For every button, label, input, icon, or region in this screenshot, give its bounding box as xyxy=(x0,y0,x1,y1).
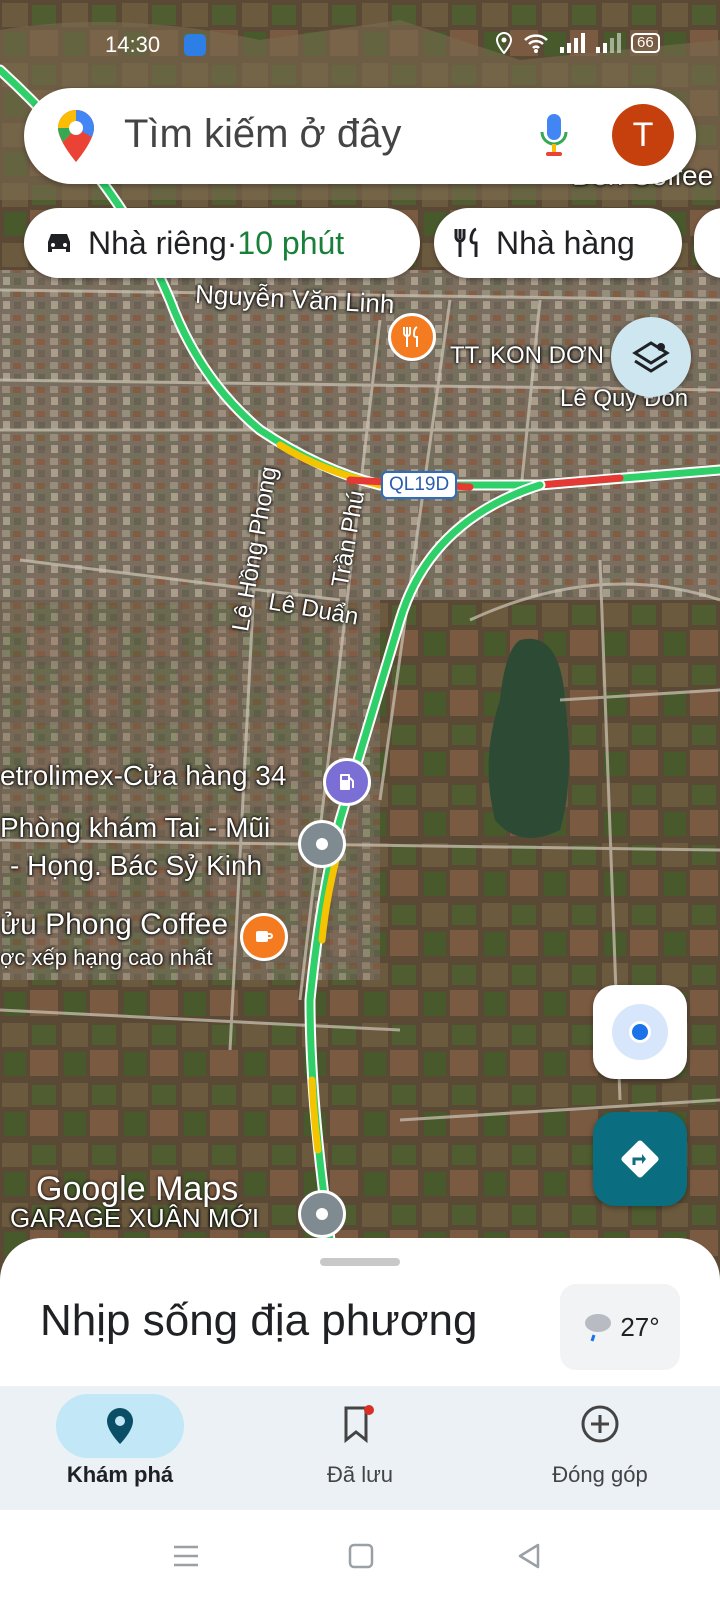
directions-button[interactable] xyxy=(593,1112,687,1206)
sheet-title: Nhịp sống địa phương xyxy=(40,1296,478,1345)
nav-label-explore: Khám phá xyxy=(66,1462,174,1487)
search-bar[interactable]: Tìm kiếm ở đây T xyxy=(24,88,696,184)
map-label-phong-kham-2: - Họng. Bác Sỷ Kinh xyxy=(10,850,263,881)
fork-knife-icon xyxy=(403,326,418,347)
map-label-tt-kon-don: TT. KON DƠN xyxy=(450,342,604,369)
nav-tab-saved[interactable]: Đã lưu xyxy=(240,1386,480,1510)
search-input[interactable]: Tìm kiếm ở đây xyxy=(124,112,401,157)
route-shield-ql19d: QL19D xyxy=(381,471,458,499)
directions-icon xyxy=(621,1140,659,1178)
restaurants-chip-label: Nhà hàng xyxy=(496,224,635,261)
explore-bottom-sheet[interactable]: Nhịp sống địa phương 27° xyxy=(0,1238,720,1386)
fork-knife-icon xyxy=(454,227,478,257)
battery-icon: 66 xyxy=(631,33,660,53)
home-chip-separator: · xyxy=(226,224,238,261)
bottom-navigation: Khám phá Đã lưu Đóng góp xyxy=(0,1386,720,1510)
map-label-phong-kham-1: Phòng khám Tai - Mũi xyxy=(0,812,271,843)
status-time: 14:30 xyxy=(105,32,161,57)
status-icons: 66 xyxy=(495,32,660,54)
map-label-coffee-rating: ợc xếp hạng cao nhất xyxy=(0,945,213,970)
weather-temperature: 27° xyxy=(620,1311,660,1342)
signal-icon-2 xyxy=(596,33,621,53)
location-icon xyxy=(495,32,513,54)
my-location-icon xyxy=(612,1004,668,1060)
cloud-rain-icon xyxy=(585,1314,612,1342)
restaurants-chip[interactable]: Nhà hàng xyxy=(434,208,682,278)
layers-icon xyxy=(632,341,670,373)
nav-tab-contribute[interactable]: Đóng góp xyxy=(480,1386,720,1510)
gas-station-poi[interactable] xyxy=(323,758,371,806)
location-dot-icon xyxy=(316,1208,328,1220)
status-bar: 14:30 66 xyxy=(0,28,720,64)
account-avatar[interactable]: T xyxy=(612,104,674,166)
restaurant-poi[interactable] xyxy=(388,313,436,361)
location-dot-icon xyxy=(316,838,328,850)
home-chip-label: Nhà riêng xyxy=(88,224,227,261)
map-label-petrolimex: etrolimex-Cửa hàng 34 xyxy=(0,760,287,791)
car-icon xyxy=(48,234,70,252)
google-maps-pin-icon xyxy=(58,110,94,162)
map-label-coffee: ửu Phong Coffee xyxy=(0,908,229,941)
app-notification-icon xyxy=(184,34,206,56)
fuel-pump-icon xyxy=(340,774,354,790)
layers-button[interactable] xyxy=(611,317,691,397)
bookmark-icon xyxy=(344,1405,374,1444)
coffee-poi[interactable] xyxy=(240,913,288,961)
weather-badge[interactable]: 27° xyxy=(560,1284,680,1370)
coffee-cup-icon xyxy=(256,931,273,942)
clinic-poi[interactable] xyxy=(298,820,346,868)
google-maps-logo: Google Maps xyxy=(36,1170,239,1208)
home-chip-time: 10 phút xyxy=(237,224,345,261)
signal-icon xyxy=(560,33,585,53)
home-shortcut-chip[interactable]: Nhà riêng · 10 phút xyxy=(24,208,420,278)
nav-tab-explore[interactable]: Khám phá xyxy=(0,1386,240,1510)
location-pin-icon xyxy=(107,1408,133,1444)
add-circle-icon xyxy=(581,1405,619,1443)
back-icon[interactable] xyxy=(516,1542,542,1570)
nav-label-contribute: Đóng góp xyxy=(552,1462,648,1487)
system-navigation-bar xyxy=(0,1510,720,1600)
my-location-button[interactable] xyxy=(593,985,687,1079)
menu-icon[interactable] xyxy=(172,1544,200,1568)
wifi-icon xyxy=(524,34,548,53)
microphone-icon[interactable] xyxy=(540,112,568,158)
garage-poi[interactable] xyxy=(298,1190,346,1238)
home-icon[interactable] xyxy=(348,1543,374,1569)
sheet-drag-handle[interactable] xyxy=(320,1258,400,1266)
nav-label-saved: Đã lưu xyxy=(326,1462,394,1487)
